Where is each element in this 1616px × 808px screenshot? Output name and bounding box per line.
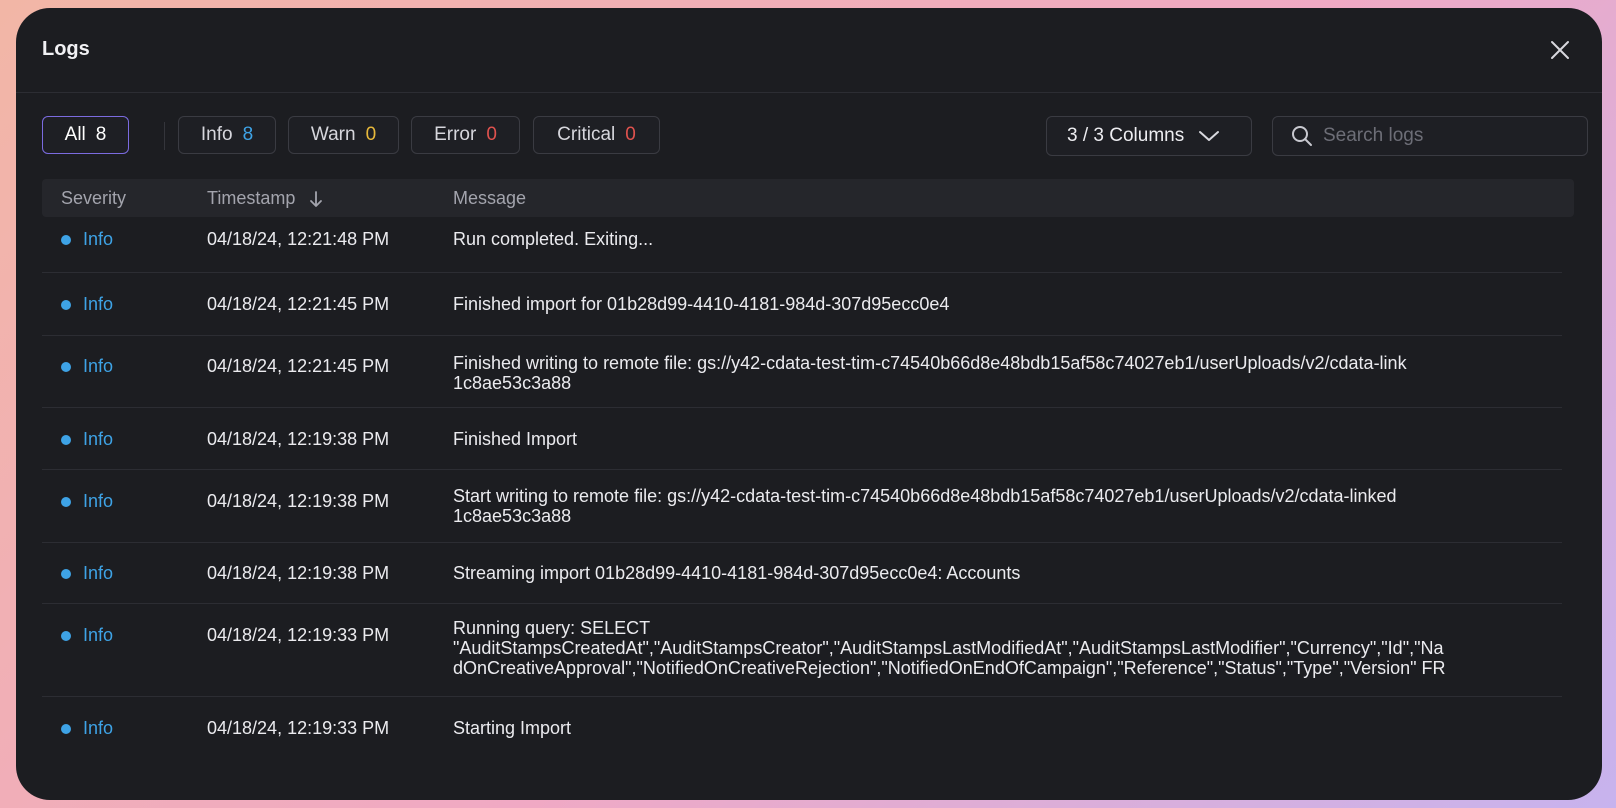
filter-critical[interactable]: Critical 0 — [533, 116, 660, 154]
info-dot-icon — [61, 496, 71, 507]
table-header: Severity Timestamp Message — [42, 179, 1574, 217]
filter-label: Critical — [557, 124, 616, 145]
filter-count: 8 — [242, 124, 254, 145]
severity-label: Info — [83, 625, 114, 645]
filter-label: Warn — [310, 124, 356, 145]
header-label: Timestamp — [207, 188, 296, 208]
filter-count: 0 — [365, 124, 377, 145]
message-cell: Finished writing to remote file: gs://y4… — [453, 353, 1407, 393]
table-row[interactable]: Info 04/18/24, 12:19:33 PM Running query… — [42, 604, 1562, 697]
filter-all[interactable]: All 8 — [42, 116, 129, 154]
column-header-timestamp[interactable]: Timestamp — [207, 188, 323, 209]
search-icon — [1292, 126, 1312, 146]
column-header-message[interactable]: Message — [453, 188, 526, 209]
severity-label: Info — [83, 429, 114, 449]
severity-cell: Info — [61, 625, 113, 646]
columns-label: 3 / 3 Columns — [1067, 125, 1185, 146]
severity-label: Info — [83, 356, 114, 376]
close-icon — [1551, 41, 1569, 59]
timestamp-cell: 04/18/24, 12:21:45 PM — [207, 294, 390, 314]
columns-dropdown[interactable]: 3 / 3 Columns — [1046, 116, 1252, 156]
severity-label: Info — [83, 563, 114, 583]
message-cell: Finished import for 01b28d99-4410-4181-9… — [453, 294, 950, 314]
severity-label: Info — [83, 229, 114, 249]
filter-divider — [164, 122, 165, 150]
modal-title: Logs — [42, 38, 90, 60]
info-dot-icon — [61, 361, 71, 372]
message-cell: Streaming import 01b28d99-4410-4181-984d… — [453, 563, 1021, 583]
header-label: Message — [453, 188, 527, 208]
severity-cell: Info — [61, 356, 113, 377]
severity-cell: Info — [61, 229, 113, 250]
table-row[interactable]: Info 04/18/24, 12:19:38 PM Start writing… — [42, 470, 1562, 543]
timestamp-cell: 04/18/24, 12:21:45 PM — [207, 356, 390, 376]
search-input[interactable] — [1321, 124, 1575, 148]
severity-label: Info — [83, 718, 114, 738]
message-cell: Finished Import — [453, 429, 578, 449]
filter-error[interactable]: Error 0 — [411, 116, 520, 154]
filter-count: 0 — [625, 124, 636, 145]
timestamp-cell: 04/18/24, 12:19:38 PM — [207, 563, 390, 583]
info-dot-icon — [61, 434, 71, 445]
info-dot-icon — [61, 299, 71, 310]
info-dot-icon — [61, 723, 71, 734]
message-cell: Run completed. Exiting... — [453, 229, 654, 249]
message-cell: Starting Import — [453, 718, 572, 738]
timestamp-cell: 04/18/24, 12:21:48 PM — [207, 229, 390, 249]
message-cell: Running query: SELECT "AuditStampsCreate… — [453, 618, 1446, 678]
timestamp-cell: 04/18/24, 12:19:33 PM — [207, 625, 390, 645]
info-dot-icon — [61, 234, 71, 245]
filter-label: All — [64, 124, 86, 145]
filter-label: Info — [200, 124, 233, 145]
close-button[interactable] — [1548, 38, 1572, 62]
sort-arrow-down-icon — [310, 190, 323, 207]
severity-label: Info — [83, 491, 114, 511]
info-dot-icon — [61, 630, 71, 641]
timestamp-cell: 04/18/24, 12:19:33 PM — [207, 718, 390, 738]
chevron-down-icon — [1199, 131, 1220, 141]
info-dot-icon — [61, 568, 71, 579]
timestamp-cell: 04/18/24, 12:19:38 PM — [207, 429, 390, 449]
table-row[interactable]: Info 04/18/24, 12:19:38 PM Finished Impo… — [42, 408, 1562, 470]
severity-label: Info — [83, 294, 114, 314]
message-cell: Start writing to remote file: gs://y42-c… — [453, 486, 1397, 526]
header-label: Severity — [61, 188, 127, 208]
table-row[interactable]: Info 04/18/24, 12:19:38 PM Streaming imp… — [42, 543, 1562, 604]
modal-header: Logs — [16, 8, 1602, 93]
severity-cell: Info — [61, 294, 113, 315]
filter-count: 8 — [95, 124, 107, 145]
logs-modal: Logs All 8 Info 8 Warn 0 Error 0 Critica… — [16, 8, 1602, 800]
filter-label: Error — [434, 124, 477, 145]
table-row[interactable]: Info 04/18/24, 12:21:48 PM Run completed… — [42, 217, 1562, 273]
severity-cell: Info — [61, 491, 113, 512]
column-header-severity[interactable]: Severity — [61, 188, 126, 209]
filter-count: 0 — [486, 124, 497, 145]
logs-table: Severity Timestamp Message Info 04/18/24… — [42, 179, 1574, 757]
search-box — [1272, 116, 1588, 156]
table-body: Info 04/18/24, 12:21:48 PM Run completed… — [42, 217, 1574, 757]
table-row[interactable]: Info 04/18/24, 12:19:33 PM Starting Impo… — [42, 697, 1562, 757]
severity-cell: Info — [61, 429, 113, 450]
filter-info[interactable]: Info 8 — [178, 116, 276, 154]
timestamp-cell: 04/18/24, 12:19:38 PM — [207, 491, 390, 511]
table-row[interactable]: Info 04/18/24, 12:21:45 PM Finished impo… — [42, 273, 1562, 336]
toolbar: All 8 Info 8 Warn 0 Error 0 Critical 0 3… — [42, 116, 1588, 158]
table-row[interactable]: Info 04/18/24, 12:21:45 PM Finished writ… — [42, 336, 1562, 408]
severity-cell: Info — [61, 718, 113, 739]
filter-warn[interactable]: Warn 0 — [288, 116, 399, 154]
severity-cell: Info — [61, 563, 113, 584]
